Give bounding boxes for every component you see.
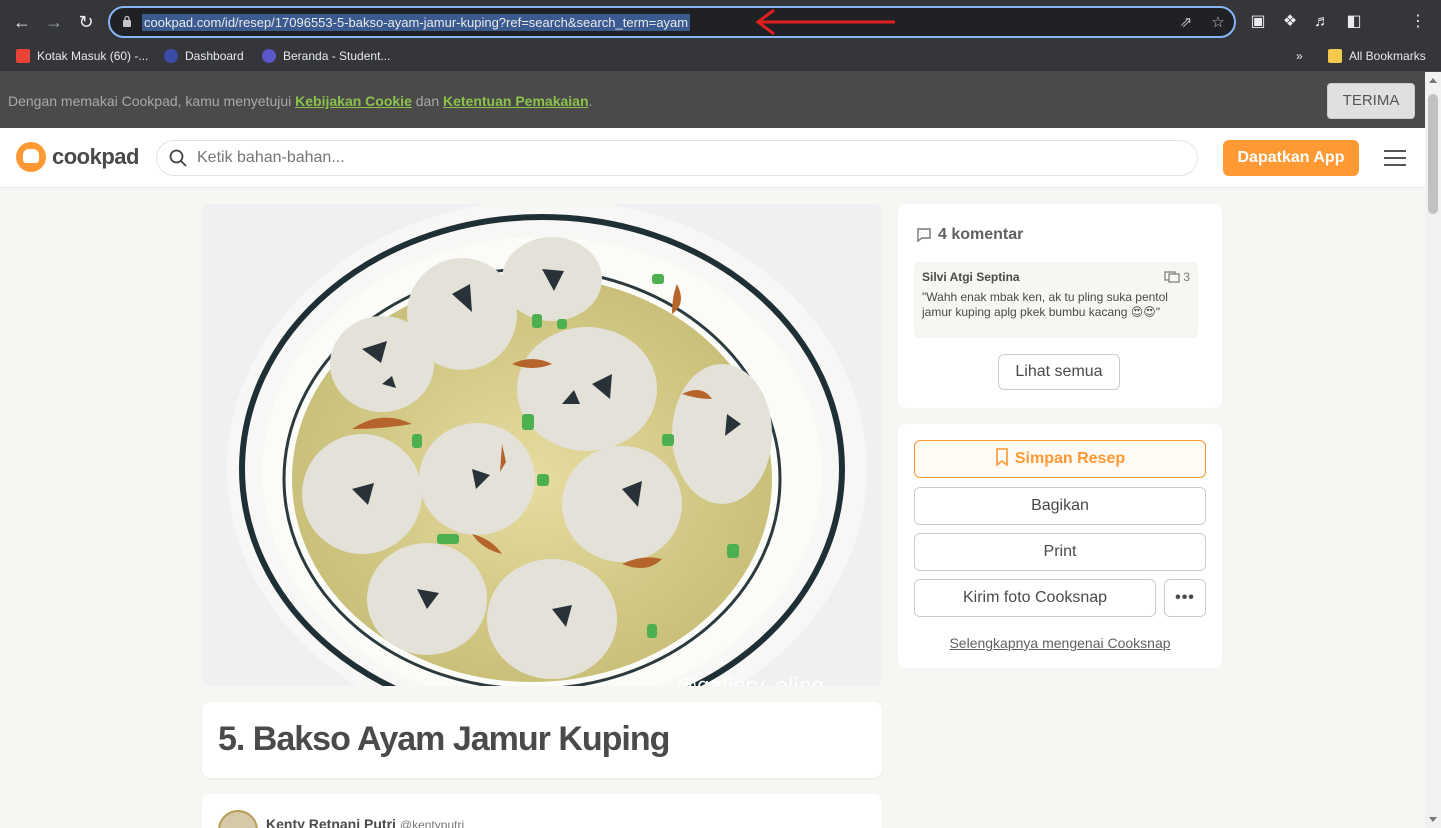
search-icon [169, 149, 187, 167]
author-name[interactable]: Kenty Retnani Putri @kentyputri [266, 816, 464, 828]
comment-user: Silvi Atgi Septina [922, 270, 1020, 284]
page-scrollbar[interactable] [1425, 72, 1441, 828]
meatball-soup-photo: @gallery_eling [202, 204, 882, 686]
side-panel-icon[interactable]: ◧ [1342, 10, 1366, 34]
scroll-up-icon[interactable] [1429, 78, 1437, 83]
author-avatar[interactable] [218, 810, 258, 828]
back-arrow-icon[interactable]: ← [8, 8, 36, 36]
lock-icon [123, 15, 131, 27]
kebab-menu-icon[interactable]: ⋮ [1406, 10, 1430, 34]
gmail-icon [16, 49, 30, 63]
send-cooksnap-button[interactable]: Kirim foto Cooksnap [914, 579, 1156, 617]
print-button[interactable]: Print [914, 533, 1206, 571]
reload-icon[interactable]: ↻ [72, 8, 100, 36]
red-annotation-arrow-icon [755, 8, 895, 36]
comment-preview[interactable]: Silvi Atgi Septina 3 "Wahh enak mbak ken… [914, 262, 1198, 338]
bookmark-beranda[interactable]: Beranda - Student... [262, 49, 390, 63]
media-queue-icon[interactable]: ♬ [1310, 10, 1334, 34]
scroll-down-icon[interactable] [1429, 817, 1437, 822]
photo-watermark: @gallery_eling [677, 673, 824, 686]
bookmark-icon [996, 448, 1008, 467]
recipe-title-card: 5. Bakso Ayam Jamur Kuping [202, 702, 882, 778]
all-bookmarks[interactable]: All Bookmarks [1328, 49, 1426, 63]
recipe-actions-card: Simpan Resep Bagikan Print Kirim foto Co… [898, 424, 1222, 668]
chef-hat-icon [16, 142, 46, 172]
author-card: Kenty Retnani Putri @kentyputri [202, 794, 882, 828]
see-all-comments-button[interactable]: Lihat semua [998, 354, 1120, 390]
bookmark-gmail[interactable]: Kotak Masuk (60) -... [16, 49, 148, 63]
search-bar[interactable] [156, 140, 1198, 176]
share-button[interactable]: Bagikan [914, 487, 1206, 525]
cookie-consent-text: Dengan memakai Cookpad, kamu menyetujui … [8, 93, 593, 109]
cooksnap-info-link[interactable]: Selengkapnya mengenai Cooksnap [898, 635, 1222, 651]
browser-toolbar: ← → ↻ cookpad.com/id/resep/17096553-5-ba… [0, 0, 1441, 44]
comments-card: 4 komentar Silvi Atgi Septina 3 "Wahh en… [898, 204, 1222, 408]
comment-bubble-icon [917, 228, 931, 243]
replies-icon [1164, 271, 1180, 283]
campus-logo-icon [164, 49, 178, 63]
accept-cookie-button[interactable]: TERIMA [1327, 83, 1415, 119]
recipe-hero-image: @gallery_eling [202, 204, 882, 686]
bookmarks-overflow[interactable]: » [1296, 49, 1303, 63]
folder-icon [1328, 49, 1342, 63]
more-options-button[interactable]: ••• [1164, 579, 1206, 617]
terms-link[interactable]: Ketentuan Pemakaian [443, 93, 589, 109]
hamburger-menu-icon[interactable] [1384, 150, 1406, 166]
cookie-consent-bar: Dengan memakai Cookpad, kamu menyetujui … [0, 72, 1425, 128]
extensions-puzzle-icon[interactable]: ❖ [1278, 10, 1302, 34]
student-portal-icon [262, 49, 276, 63]
recipe-title: 5. Bakso Ayam Jamur Kuping [218, 720, 670, 758]
reply-count: 3 [1164, 270, 1190, 284]
cookpad-logo[interactable]: cookpad [16, 142, 139, 172]
cookie-policy-link[interactable]: Kebijakan Cookie [295, 93, 412, 109]
bookmark-star-icon[interactable]: ☆ [1208, 13, 1228, 33]
save-recipe-button[interactable]: Simpan Resep [914, 440, 1206, 478]
forward-arrow-icon[interactable]: → [40, 8, 68, 36]
address-bar[interactable]: cookpad.com/id/resep/17096553-5-bakso-ay… [108, 6, 1236, 38]
get-app-button[interactable]: Dapatkan App [1223, 140, 1359, 176]
author-handle: @kentyputri [399, 818, 465, 828]
comment-text: "Wahh enak mbak ken, ak tu pling suka pe… [922, 290, 1168, 319]
url-text[interactable]: cookpad.com/id/resep/17096553-5-bakso-ay… [142, 14, 691, 31]
site-header: cookpad Dapatkan App [0, 128, 1425, 188]
bookmark-dashboard[interactable]: Dashboard [164, 49, 244, 63]
scroll-thumb[interactable] [1428, 94, 1438, 214]
screen-capture-icon[interactable]: ▣ [1246, 10, 1270, 34]
bookmarks-bar: Kotak Masuk (60) -... Dashboard Beranda … [0, 44, 1441, 72]
comments-heading[interactable]: 4 komentar [916, 226, 1023, 244]
search-input[interactable] [197, 149, 1097, 167]
share-page-icon[interactable]: ⇗ [1176, 13, 1196, 33]
